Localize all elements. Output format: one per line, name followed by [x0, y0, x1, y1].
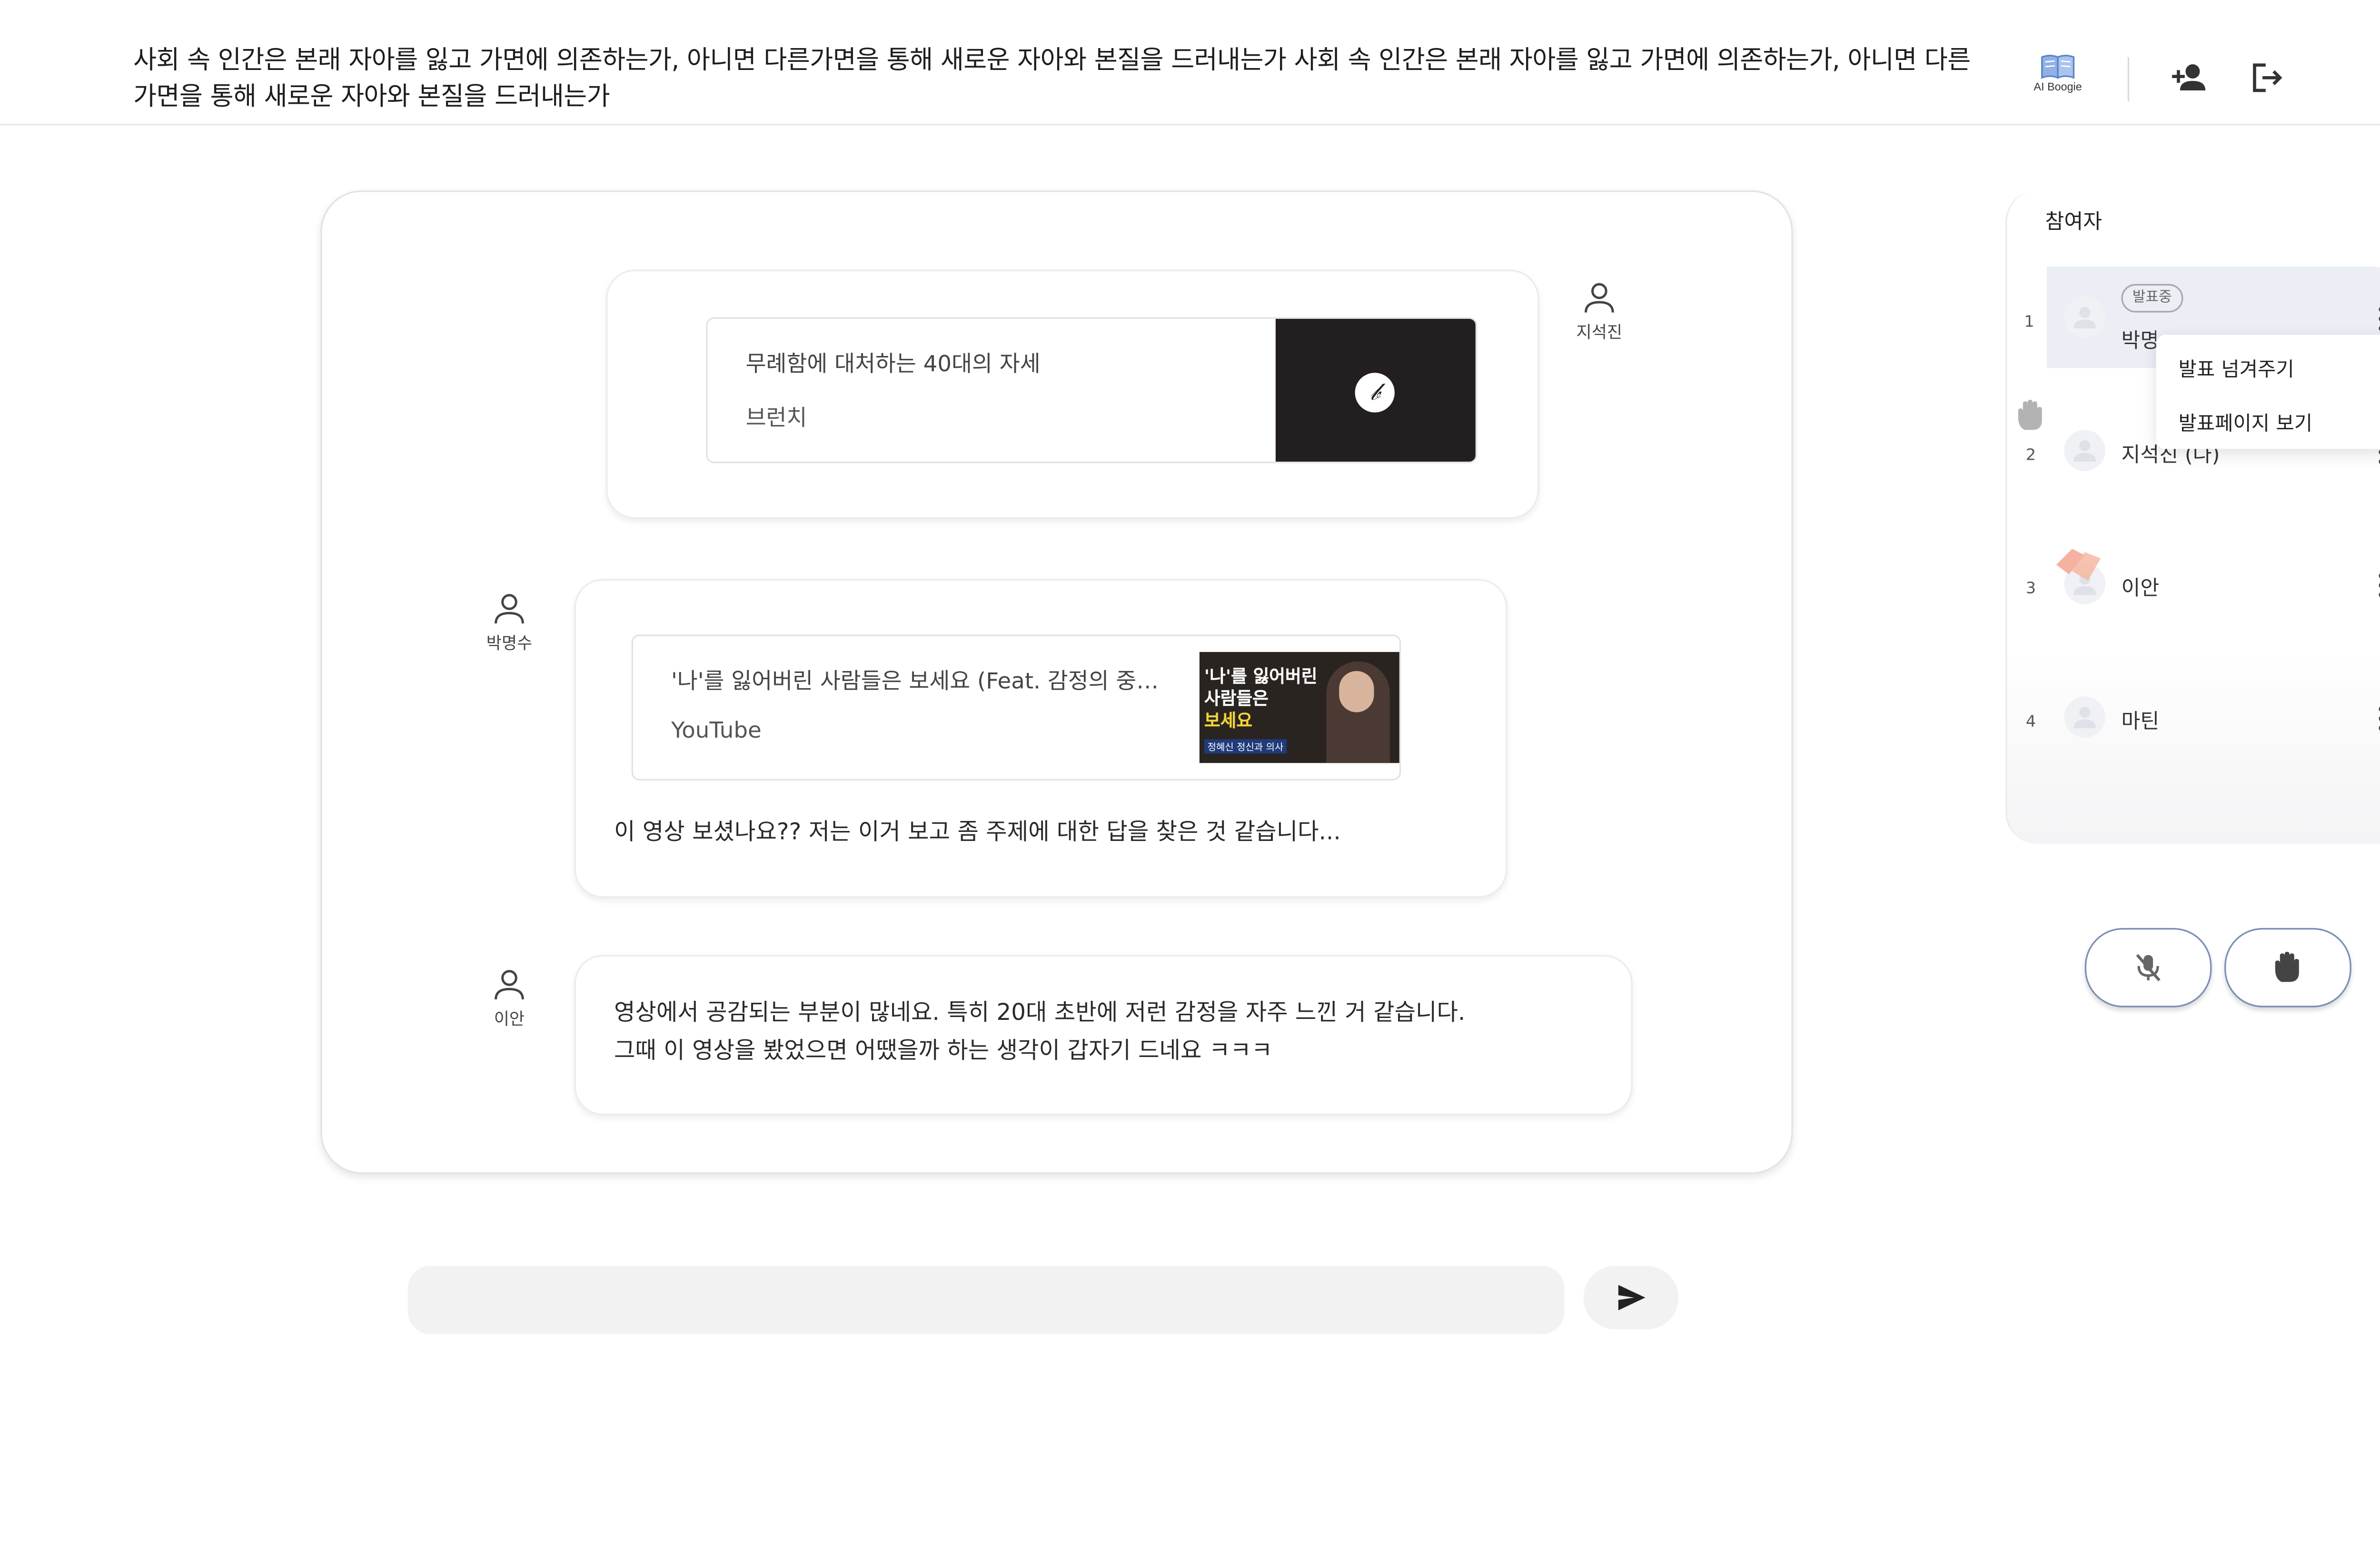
person-icon	[2073, 440, 2096, 462]
link-thumbnail: 𝒷	[1275, 318, 1476, 462]
raise-hand-button[interactable]	[2224, 928, 2351, 1008]
more-options-icon[interactable]	[2377, 570, 2380, 602]
send-button[interactable]	[1583, 1265, 1679, 1330]
person-icon	[495, 594, 524, 624]
link-preview-card[interactable]: '나'를 잃어버린 사람들은 보세요 (Feat. 감정의 중… YouTube…	[631, 634, 1401, 780]
person-icon	[2073, 706, 2096, 728]
avatar-name: 박명수	[486, 634, 533, 654]
participant-avatar	[2064, 430, 2106, 471]
message-input[interactable]	[407, 1265, 1565, 1334]
mic-toggle-button[interactable]	[2084, 928, 2212, 1008]
thumbnail-text: '나'를 잃어버린	[1204, 666, 1318, 687]
participant-number: 4	[2025, 713, 2036, 731]
person-icon	[1585, 283, 1614, 313]
brunch-logo-icon: 𝒷	[1355, 373, 1395, 413]
participant-name: 박명수	[2121, 330, 2156, 354]
avatar: 지석진	[1552, 279, 1647, 345]
participant-menu: 발표 넘겨주기 발표페이지 보기	[2156, 335, 2380, 449]
thumbnail-face	[1339, 671, 1374, 712]
menu-item-view-presentation[interactable]: 발표페이지 보기	[2178, 406, 2312, 436]
more-options-icon[interactable]	[2377, 703, 2380, 735]
header-divider	[2127, 57, 2130, 102]
menu-item-pass-presentation[interactable]: 발표 넘겨주기	[2178, 352, 2294, 382]
raised-hand-icon	[2015, 398, 2047, 440]
message-text: 그때 이 영상을 봤었으면 어땠을까 하는 생각이 갑자기 드네요 ㅋㅋㅋ	[614, 1039, 1273, 1065]
more-options-icon[interactable]	[2377, 303, 2380, 335]
participants-title: 참여자	[2045, 211, 2102, 235]
page-title: 사회 속 인간은 본래 자아를 잃고 가면에 의존하는가, 아니면 다른가면을 …	[133, 44, 1971, 111]
logout-icon[interactable]	[2247, 57, 2288, 99]
avatar: 박명수	[462, 590, 557, 655]
avatar-name: 이안	[494, 1010, 525, 1030]
video-thumbnail: '나'를 잃어버린 사람들은 보세요 정혜신 정신과 의사	[1199, 652, 1399, 763]
link-source: 브런치	[745, 406, 807, 432]
presenting-badge: 발표중	[2121, 284, 2183, 313]
participant-name: 이안	[2121, 577, 2160, 602]
mic-off-icon	[2136, 954, 2161, 981]
participant-number: 3	[2025, 580, 2036, 598]
thumbnail-text: 사람들은	[1204, 688, 1269, 709]
participant-avatar	[2064, 696, 2106, 738]
raise-hand-icon	[2275, 951, 2299, 982]
link-preview-card[interactable]: 무례함에 대처하는 40대의 자세 브런치 𝒷	[706, 317, 1478, 464]
person-icon	[2073, 306, 2096, 328]
ai-boogie-button[interactable]: AI Boogie	[2015, 48, 2101, 111]
send-icon	[1618, 1284, 1646, 1311]
book-icon	[2041, 54, 2075, 79]
clap-icon	[2053, 546, 2104, 590]
avatar: 이안	[462, 966, 557, 1031]
message-text: 영상에서 공감되는 부분이 많네요. 특히 20대 초반에 저런 감정을 자주 …	[614, 1001, 1466, 1027]
participant-number: 1	[2024, 314, 2034, 332]
add-person-icon[interactable]	[2169, 57, 2210, 99]
participant-number: 2	[2025, 447, 2036, 465]
participant-avatar	[2064, 296, 2106, 338]
person-icon	[495, 970, 524, 1000]
ai-boogie-label: AI Boogie	[2033, 82, 2082, 94]
participant-name: 마틴	[2121, 711, 2160, 735]
link-title: '나'를 잃어버린 사람들은 보세요 (Feat. 감정의 중…	[671, 669, 1159, 695]
link-title: 무례함에 대처하는 40대의 자세	[745, 352, 1041, 378]
avatar-name: 지석진	[1576, 323, 1623, 343]
link-source: YouTube	[671, 718, 762, 744]
thumbnail-text: 보세요	[1204, 711, 1253, 731]
message-text: 이 영상 보셨나요?? 저는 이거 보고 좀 주제에 대한 답을 찾은 것 같습…	[614, 820, 1341, 846]
thumbnail-caption: 정혜신 정신과 의사	[1204, 739, 1287, 754]
